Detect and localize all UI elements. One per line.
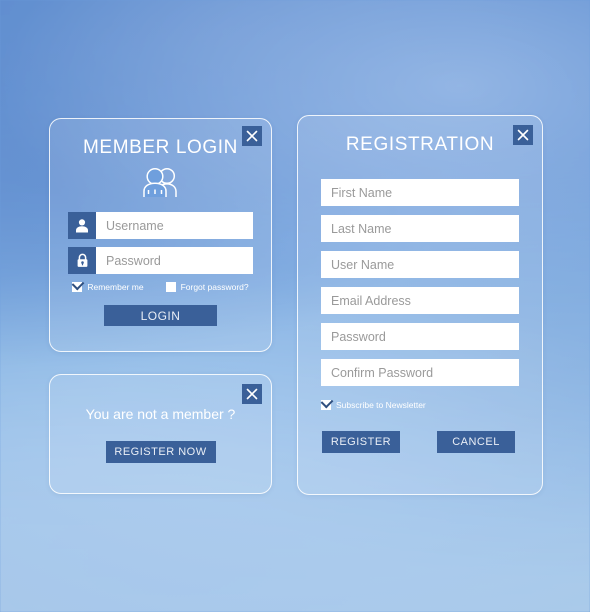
lock-icon [68, 247, 96, 274]
forgot-password-option[interactable]: Forgot password? [165, 282, 249, 292]
not-a-member-message: You are not a member ? [85, 406, 236, 422]
not-a-member-panel: You are not a member ? REGISTER NOW [49, 374, 272, 494]
password-row [68, 247, 253, 274]
login-button-area: LOGIN [50, 305, 271, 326]
close-icon-glyph [246, 130, 258, 142]
newsletter-label: Subscribe to Newsletter [336, 400, 426, 410]
last-name-input[interactable] [321, 215, 519, 242]
registration-panel: REGISTRATION Subscribe to Newsletter REG… [297, 115, 543, 495]
registration-actions: REGISTER CANCEL [322, 431, 542, 453]
close-icon[interactable] [242, 384, 262, 404]
cancel-button[interactable]: CANCEL [437, 431, 515, 453]
first-name-input[interactable] [321, 179, 519, 206]
login-options: Remember me Forgot password? [50, 282, 271, 292]
login-button[interactable]: LOGIN [104, 305, 217, 326]
newsletter-option: Subscribe to Newsletter [321, 400, 542, 410]
newsletter-option-label[interactable]: Subscribe to Newsletter [321, 400, 542, 410]
user-icon [68, 212, 96, 239]
user-icon-glyph [76, 219, 88, 233]
password-input[interactable] [96, 247, 253, 274]
close-icon[interactable] [242, 126, 262, 146]
register-now-button-area: REGISTER NOW [50, 441, 271, 463]
member-login-panel: MEMBER LOGIN Username Password Remember … [49, 118, 272, 352]
members-icon-glyph [142, 167, 177, 197]
remember-me-label: Remember me [87, 282, 144, 292]
email-address-input[interactable] [321, 287, 519, 314]
user-name-input[interactable] [321, 251, 519, 278]
forgot-password-label: Forgot password? [180, 282, 249, 292]
forgot-password-checkbox[interactable] [165, 282, 176, 292]
members-icon [50, 166, 271, 198]
close-icon-glyph [246, 388, 258, 400]
remember-me-option[interactable]: Remember me [72, 282, 144, 292]
username-input[interactable] [96, 212, 253, 239]
confirm-password-input[interactable] [321, 359, 519, 386]
login-fields [50, 212, 271, 274]
lock-icon-glyph [77, 253, 87, 267]
remember-me-checkbox[interactable] [72, 282, 83, 292]
close-icon-glyph [517, 129, 529, 141]
page-title: REGISTRATION [345, 134, 495, 155]
username-row [68, 212, 253, 239]
register-now-button[interactable]: REGISTER NOW [105, 441, 216, 463]
page-title: MEMBER LOGIN [83, 137, 238, 158]
newsletter-checkbox[interactable] [321, 400, 331, 410]
close-icon[interactable] [513, 125, 533, 145]
registration-fields [298, 179, 542, 386]
password-input[interactable] [321, 323, 519, 350]
register-button[interactable]: REGISTER [322, 431, 400, 453]
